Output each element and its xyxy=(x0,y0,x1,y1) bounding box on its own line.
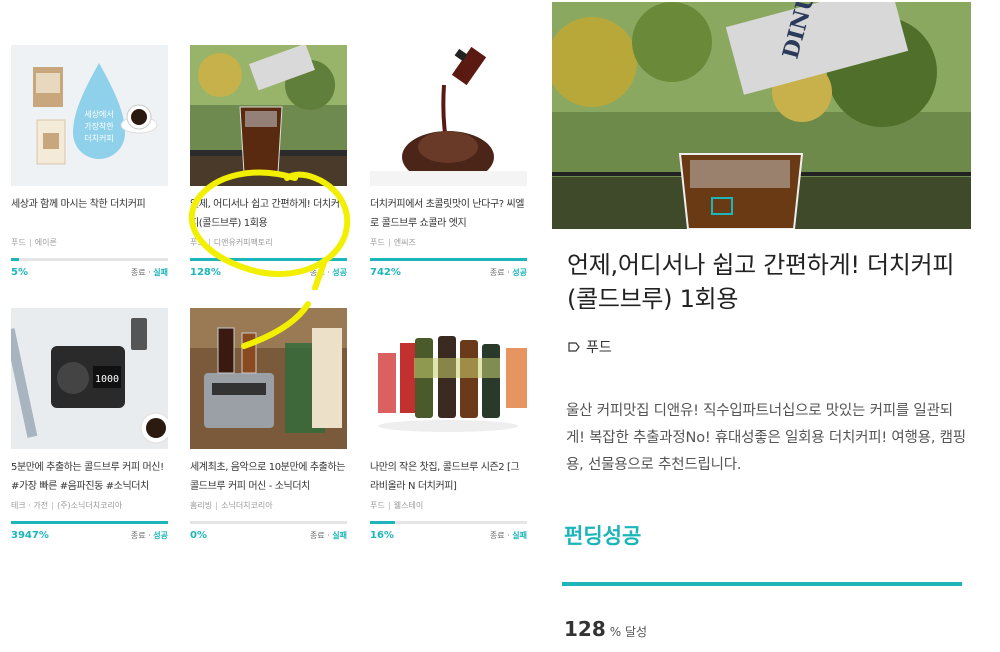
project-maker: 소닉더치코리아 xyxy=(221,501,273,510)
project-title[interactable]: 세상과 함께 마시는 착한 더치커피 xyxy=(11,195,168,235)
funding-status: 종료 · 실패 xyxy=(309,531,347,540)
funding-percent: 0% xyxy=(190,530,207,541)
funding-status-label: 펀딩성공 xyxy=(564,524,642,548)
funding-progress-bar-detail xyxy=(562,582,962,586)
project-title[interactable]: 5분만에 추출하는 콜드브루 커피 머신! #가장 빠른 #음파진동 #소닉더치 xyxy=(11,458,168,498)
funding-percent: 3947% xyxy=(11,530,49,541)
funding-progress-bar xyxy=(11,521,168,524)
project-maker: (주)소닉더치코리아 xyxy=(57,501,123,510)
project-meta: 푸드 에이른 xyxy=(11,237,168,249)
funding-progress-bar xyxy=(190,521,347,524)
funding-percent: 128% xyxy=(190,267,221,278)
funding-status: 종료 · 실패 xyxy=(130,268,168,277)
funding-status: 종료 · 성공 xyxy=(489,268,527,277)
funding-status: 종료 · 실패 xyxy=(489,531,527,540)
project-meta: 푸드 엔씨즈 xyxy=(370,237,527,249)
funding-percent: 16% xyxy=(370,530,394,541)
project-thumbnail[interactable] xyxy=(190,45,347,186)
tag-icon xyxy=(568,342,580,352)
project-maker: 디앤유커피팩토리 xyxy=(213,238,273,247)
project-thumbnail[interactable]: 1000 xyxy=(11,308,168,449)
funding-percent: 742% xyxy=(370,267,401,278)
funding-progress-bar xyxy=(370,258,527,261)
project-meta: 푸드 웰스테이 xyxy=(370,500,527,512)
project-category: 푸드 xyxy=(190,238,205,247)
project-maker: 웰스테이 xyxy=(393,501,424,510)
project-title[interactable]: 세계최초, 음악으로 10분만에 추출하는 콜드브루 커피 머신 - 소닉더치 xyxy=(190,458,347,498)
project-maker: 에이른 xyxy=(34,238,57,247)
project-hero-image: DINU xyxy=(552,2,971,229)
project-meta: 테크 · 가전 (주)소닉더치코리아 xyxy=(11,500,168,512)
project-card[interactable]: 세계최초, 음악으로 10분만에 추출하는 콜드브루 커피 머신 - 소닉더치 … xyxy=(190,308,347,544)
project-thumbnail[interactable] xyxy=(370,45,527,186)
category-label: 푸드 xyxy=(586,340,612,356)
project-card[interactable]: 1000 5분만에 추출하는 콜드브루 커피 머신! #가장 빠른 #음파진동 … xyxy=(11,308,168,544)
project-description: 울산 커피맛집 디앤유! 직수입파트너십으로 맛있는 커피를 일관되게! 복잡한… xyxy=(566,403,966,473)
category-tag[interactable]: 푸드 xyxy=(568,337,612,357)
svg-text:가장착한: 가장착한 xyxy=(84,121,114,131)
project-thumbnail[interactable] xyxy=(190,308,347,449)
project-card[interactable]: 언제, 어디서나 쉽고 간편하게! 더치커피(콜드브루) 1회용 푸드 디앤유커피… xyxy=(190,45,347,281)
project-title[interactable]: 더치커피에서 초콜릿맛이 난다구? 씨엘로 콜드브루 쇼콜라 엣지 xyxy=(370,195,527,235)
project-title[interactable]: 언제, 어디서나 쉽고 간편하게! 더치커피(콜드브루) 1회용 xyxy=(190,195,347,235)
svg-text:세상에서: 세상에서 xyxy=(84,109,113,119)
project-category: 테크 · 가전 xyxy=(11,501,49,510)
project-card[interactable]: 세상에서 가장착한 더치커피 세상과 함께 마시는 착한 더치커피 푸드 에이른 … xyxy=(11,45,168,281)
project-card[interactable]: 더치커피에서 초콜릿맛이 난다구? 씨엘로 콜드브루 쇼콜라 엣지 푸드 엔씨즈 … xyxy=(370,45,527,281)
funding-progress-bar xyxy=(370,521,527,524)
funding-progress-bar xyxy=(11,258,168,261)
project-detail-panel: DINU 언제,어디서나 쉽고 간편하게! 더치커피(콜드브루) 1회용 푸드 … xyxy=(552,0,1000,652)
project-category: 푸드 xyxy=(11,238,26,247)
project-thumbnail[interactable]: 세상에서 가장착한 더치커피 xyxy=(11,45,168,186)
project-card[interactable]: 나만의 작은 찻집, 콜드브루 시즌2 [그라비올라 N 더치커피] 푸드 웰스테… xyxy=(370,308,527,544)
project-meta: 푸드 디앤유커피팩토리 xyxy=(190,237,347,249)
funding-percent-detail: 128% 달성 xyxy=(564,617,648,641)
project-meta: 홈리빙 소닉더치코리아 xyxy=(190,500,347,512)
svg-text:더치커피: 더치커피 xyxy=(84,134,113,143)
svg-text:1000: 1000 xyxy=(95,374,119,385)
funding-status: 종료 · 성공 xyxy=(130,531,168,540)
funding-status: 종료 · 성공 xyxy=(309,268,347,277)
funding-progress-bar xyxy=(190,258,347,261)
project-title-detail: 언제,어디서나 쉽고 간편하게! 더치커피(콜드브루) 1회용 xyxy=(567,251,955,313)
project-maker: 엔씨즈 xyxy=(393,238,416,247)
project-thumbnail[interactable] xyxy=(370,308,527,449)
project-category: 푸드 xyxy=(370,501,385,510)
project-category: 홈리빙 xyxy=(190,501,213,510)
project-category: 푸드 xyxy=(370,238,385,247)
funding-percent: 5% xyxy=(11,267,28,278)
project-title[interactable]: 나만의 작은 찻집, 콜드브루 시즌2 [그라비올라 N 더치커피] xyxy=(370,458,527,498)
